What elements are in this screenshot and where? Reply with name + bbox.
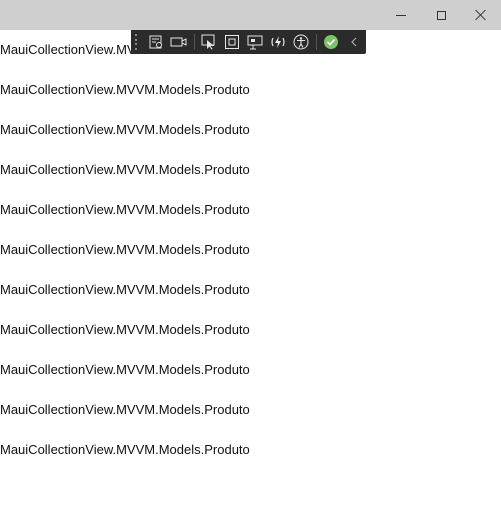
- xaml-debug-toolbar: [131, 30, 366, 54]
- list-item[interactable]: MauiCollectionView.MVVM.Models.Produto: [0, 310, 501, 350]
- title-bar[interactable]: [0, 0, 501, 30]
- item-list: MauiCollectionView.MVVM.Models.Produto M…: [0, 30, 501, 470]
- list-item[interactable]: MauiCollectionView.MVVM.Models.Produto: [0, 230, 501, 270]
- list-item[interactable]: MauiCollectionView.MVVM.Models.Produto: [0, 110, 501, 150]
- minimize-button[interactable]: [381, 0, 421, 30]
- close-icon: [475, 9, 487, 21]
- list-item[interactable]: MauiCollectionView.MVVM.Models.Produto: [0, 70, 501, 110]
- hot-reload-icon[interactable]: [268, 31, 289, 53]
- accessibility-checker-icon[interactable]: [291, 31, 312, 53]
- app-window: MauiCollectionView.MVVM.Models.Produto M…: [0, 0, 501, 529]
- toolbar-separator: [193, 34, 195, 50]
- list-item[interactable]: MauiCollectionView.MVVM.Models.Produto: [0, 150, 501, 190]
- track-focus-icon[interactable]: [245, 31, 266, 53]
- list-item[interactable]: MauiCollectionView.MVVM.Models.Produto: [0, 350, 501, 390]
- select-element-icon[interactable]: [199, 31, 220, 53]
- list-item[interactable]: MauiCollectionView.MVVM.Models.Produto: [0, 270, 501, 310]
- maximize-button[interactable]: [421, 0, 461, 30]
- list-item[interactable]: MauiCollectionView.MVVM.Models.Produto: [0, 390, 501, 430]
- maximize-icon: [436, 10, 446, 20]
- list-item[interactable]: MauiCollectionView.MVVM.Models.Produto: [0, 430, 501, 470]
- list-item[interactable]: MauiCollectionView.MVVM.Models.Produto: [0, 190, 501, 230]
- collection-view[interactable]: MauiCollectionView.MVVM.Models.Produto M…: [0, 30, 501, 529]
- toolbar-separator: [315, 34, 317, 50]
- collapse-chevron-icon[interactable]: [344, 31, 365, 53]
- close-button[interactable]: [461, 0, 501, 30]
- minimize-icon: [396, 14, 406, 16]
- record-icon[interactable]: [169, 31, 190, 53]
- display-layout-adorners-icon[interactable]: [222, 31, 243, 53]
- binding-failures-ok-icon[interactable]: [321, 31, 342, 53]
- drag-grip-icon[interactable]: [135, 34, 141, 50]
- live-visual-tree-icon[interactable]: [146, 31, 167, 53]
